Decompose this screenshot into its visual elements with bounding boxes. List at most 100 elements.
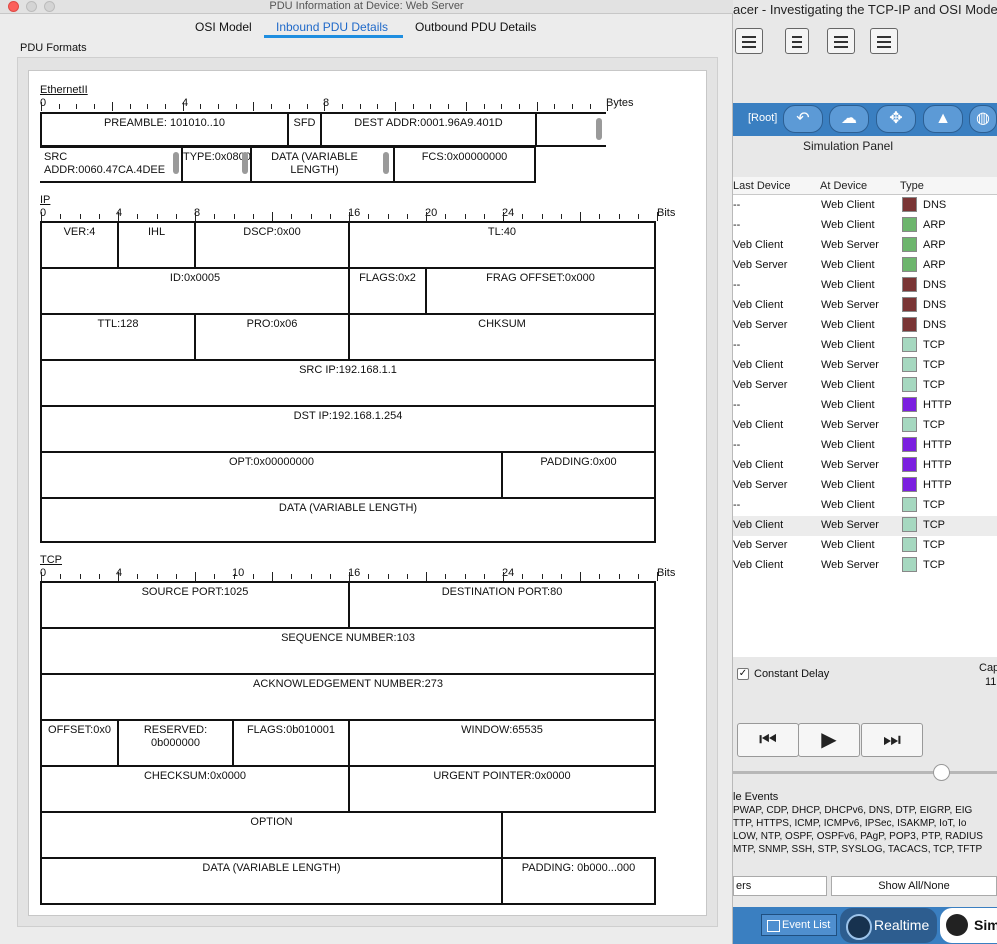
event-color-swatch[interactable] (902, 397, 917, 412)
ruler-tick (426, 212, 427, 221)
event-row[interactable]: -- Web Client TCP (733, 336, 997, 356)
event-row[interactable]: Veb Server Web Client TCP (733, 536, 997, 556)
scrollbar[interactable] (242, 152, 248, 174)
event-row[interactable]: Veb Server Web Client TCP (733, 376, 997, 396)
event-color-swatch[interactable] (902, 197, 917, 212)
move-icon[interactable]: ✥ (876, 105, 916, 133)
ruler-tick (214, 214, 216, 219)
maximize-icon[interactable] (44, 1, 55, 12)
event-color-swatch[interactable] (902, 257, 917, 272)
event-list-button[interactable]: Event List (761, 914, 837, 936)
tab-inbound-pdu[interactable]: Inbound PDU Details (276, 20, 388, 34)
column-at-device[interactable]: At Device (820, 180, 867, 192)
event-color-swatch[interactable] (902, 297, 917, 312)
event-row[interactable]: -- Web Client TCP (733, 496, 997, 516)
event-color-swatch[interactable] (902, 357, 917, 372)
event-row[interactable]: -- Web Client HTTP (733, 436, 997, 456)
cloud-icon[interactable] (870, 28, 898, 54)
visible-events-label: le Events (733, 791, 779, 803)
event-row[interactable]: Veb Client Web Server HTTP (733, 456, 997, 476)
field-dst-ip: DST IP:192.168.1.254 (40, 405, 656, 453)
event-color-swatch[interactable] (902, 317, 917, 332)
event-color-swatch[interactable] (902, 277, 917, 292)
speed-slider[interactable] (733, 771, 997, 774)
field-id: ID:0x0005 (40, 267, 350, 315)
scrollbar[interactable] (173, 152, 179, 174)
window-title: PDU Information at Device: Web Server (269, 0, 464, 12)
event-color-swatch[interactable] (902, 237, 917, 252)
event-type: DNS (923, 279, 947, 291)
event-at-device: Web Client (821, 479, 875, 491)
back-button[interactable]: ⏮ (737, 723, 799, 757)
data-scroll[interactable] (379, 150, 389, 180)
scrollbar[interactable] (383, 152, 389, 174)
image-icon[interactable]: ▲ (923, 105, 963, 133)
ruler-tick (324, 102, 326, 111)
event-color-swatch[interactable] (902, 217, 917, 232)
column-last-device[interactable]: Last Device (733, 180, 790, 192)
edit-filters-button[interactable]: ers (733, 876, 827, 896)
column-type[interactable]: Type (900, 180, 924, 192)
event-row[interactable]: Veb Client Web Server TCP (733, 356, 997, 376)
show-all-none-button[interactable]: Show All/None (831, 876, 997, 896)
event-color-swatch[interactable] (902, 377, 917, 392)
globe-icon[interactable]: ◍ (969, 105, 997, 133)
ruler-tick (387, 574, 389, 579)
ruler-tick (618, 574, 620, 579)
field-preamble: PREAMBLE: 101010..10 (40, 112, 289, 147)
bit-label: 4 (116, 207, 123, 219)
type-scroll[interactable] (238, 150, 248, 180)
event-color-swatch[interactable] (902, 337, 917, 352)
constant-delay-checkbox[interactable]: ✓ (737, 668, 749, 680)
event-at-device: Web Client (821, 319, 875, 331)
event-type: ARP (923, 259, 946, 271)
event-row[interactable]: -- Web Client DNS (733, 276, 997, 296)
event-last-device: Veb Client (733, 419, 784, 431)
event-color-swatch[interactable] (902, 477, 917, 492)
ruler-tick (430, 104, 432, 109)
event-color-swatch[interactable] (902, 437, 917, 452)
event-row[interactable]: Veb Server Web Client DNS (733, 316, 997, 336)
active-tab-indicator (264, 35, 403, 38)
event-row[interactable]: Veb Server Web Client ARP (733, 256, 997, 276)
ruler-tick (129, 104, 131, 109)
field-flags: FLAGS:0x2 (348, 267, 427, 315)
minimize-icon[interactable] (26, 1, 37, 12)
event-at-device: Web Client (821, 259, 875, 271)
ruler-tick (522, 214, 524, 219)
event-row[interactable]: -- Web Client HTTP (733, 396, 997, 416)
document-icon[interactable] (785, 28, 809, 54)
cloud-add-icon[interactable]: ☁ (829, 105, 869, 133)
scrollbar[interactable] (596, 118, 602, 140)
event-row[interactable]: -- Web Client DNS (733, 196, 997, 216)
event-row[interactable]: Veb Client Web Server ARP (733, 236, 997, 256)
event-color-swatch[interactable] (902, 517, 917, 532)
list-view-icon[interactable] (735, 28, 763, 54)
event-row[interactable]: Veb Server Web Client HTTP (733, 476, 997, 496)
simulation-button[interactable]: Sim (940, 908, 997, 943)
play-button[interactable]: ▶ (798, 723, 860, 757)
close-icon[interactable] (8, 1, 19, 12)
event-row[interactable]: Veb Client Web Server TCP (733, 416, 997, 436)
device-icon[interactable] (827, 28, 855, 54)
event-type: DNS (923, 199, 947, 211)
realtime-button[interactable]: Realtime (840, 908, 937, 943)
event-row[interactable]: Veb Client Web Server TCP (733, 556, 997, 576)
event-color-swatch[interactable] (902, 537, 917, 552)
forward-button[interactable]: ⏭ (861, 723, 923, 757)
event-color-swatch[interactable] (902, 557, 917, 572)
tab-osi-model[interactable]: OSI Model (195, 20, 252, 34)
event-row[interactable]: Veb Client Web Server DNS (733, 296, 997, 316)
event-color-swatch[interactable] (902, 497, 917, 512)
event-row[interactable]: -- Web Client ARP (733, 216, 997, 236)
src-addr-scroll[interactable] (169, 150, 179, 180)
back-arrow-icon[interactable]: ↶ (783, 105, 823, 133)
tcp-title: TCP (40, 554, 62, 566)
event-color-swatch[interactable] (902, 417, 917, 432)
speed-slider-thumb[interactable] (933, 764, 950, 781)
event-color-swatch[interactable] (902, 457, 917, 472)
event-table-header: Last Device At Device Type (733, 177, 997, 195)
tab-outbound-pdu[interactable]: Outbound PDU Details (415, 20, 536, 34)
event-row[interactable]: Veb Client Web Server TCP (733, 516, 997, 536)
event-type: TCP (923, 419, 945, 431)
